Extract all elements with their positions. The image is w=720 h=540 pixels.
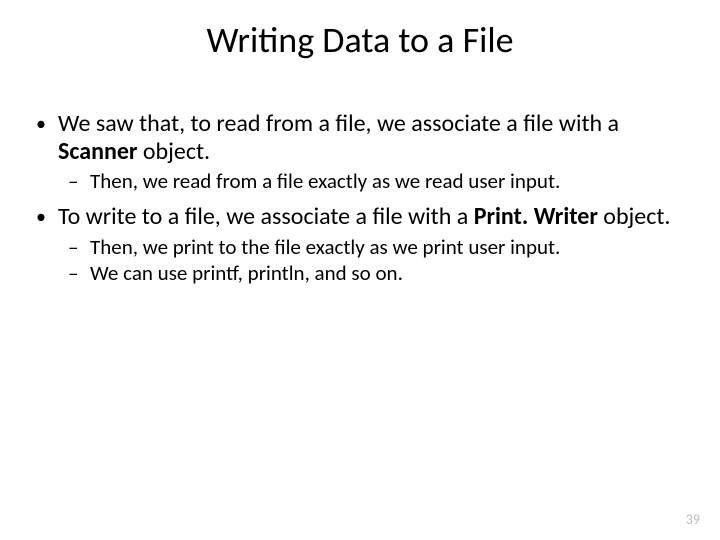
page-number: 39 [686,511,700,528]
sub-bullet-text: Then, we read from a file exactly as we … [90,168,560,194]
bullet-list: We saw that, to read from a file, we ass… [30,110,690,285]
bullet-text-pre: We saw that, to read from a file, we ass… [58,109,619,138]
sub-bullet-text: We can use printf, println, and so on. [90,260,403,286]
list-item: We saw that, to read from a file, we ass… [30,110,690,193]
bullet-text-post: object. [598,202,671,231]
sub-bullet-list: Then, we read from a file exactly as we … [58,169,690,193]
bullet-text-bold: Print. Writer [474,202,598,231]
bullet-text-post: object. [137,137,210,166]
list-item: Then, we print to the file exactly as we… [58,235,690,259]
sub-bullet-list: Then, we print to the file exactly as we… [58,235,690,285]
list-item: Then, we read from a file exactly as we … [58,169,690,193]
list-item: To write to a file, we associate a file … [30,203,690,285]
slide-body: We saw that, to read from a file, we ass… [0,62,720,285]
sub-bullet-text: Then, we print to the file exactly as we… [90,234,560,260]
slide: Writing Data to a File We saw that, to r… [0,0,720,540]
bullet-text-bold: Scanner [58,137,137,166]
bullet-text-pre: To write to a file, we associate a file … [58,202,474,231]
slide-title: Writing Data to a File [0,0,720,62]
list-item: We can use printf, println, and so on. [58,261,690,285]
